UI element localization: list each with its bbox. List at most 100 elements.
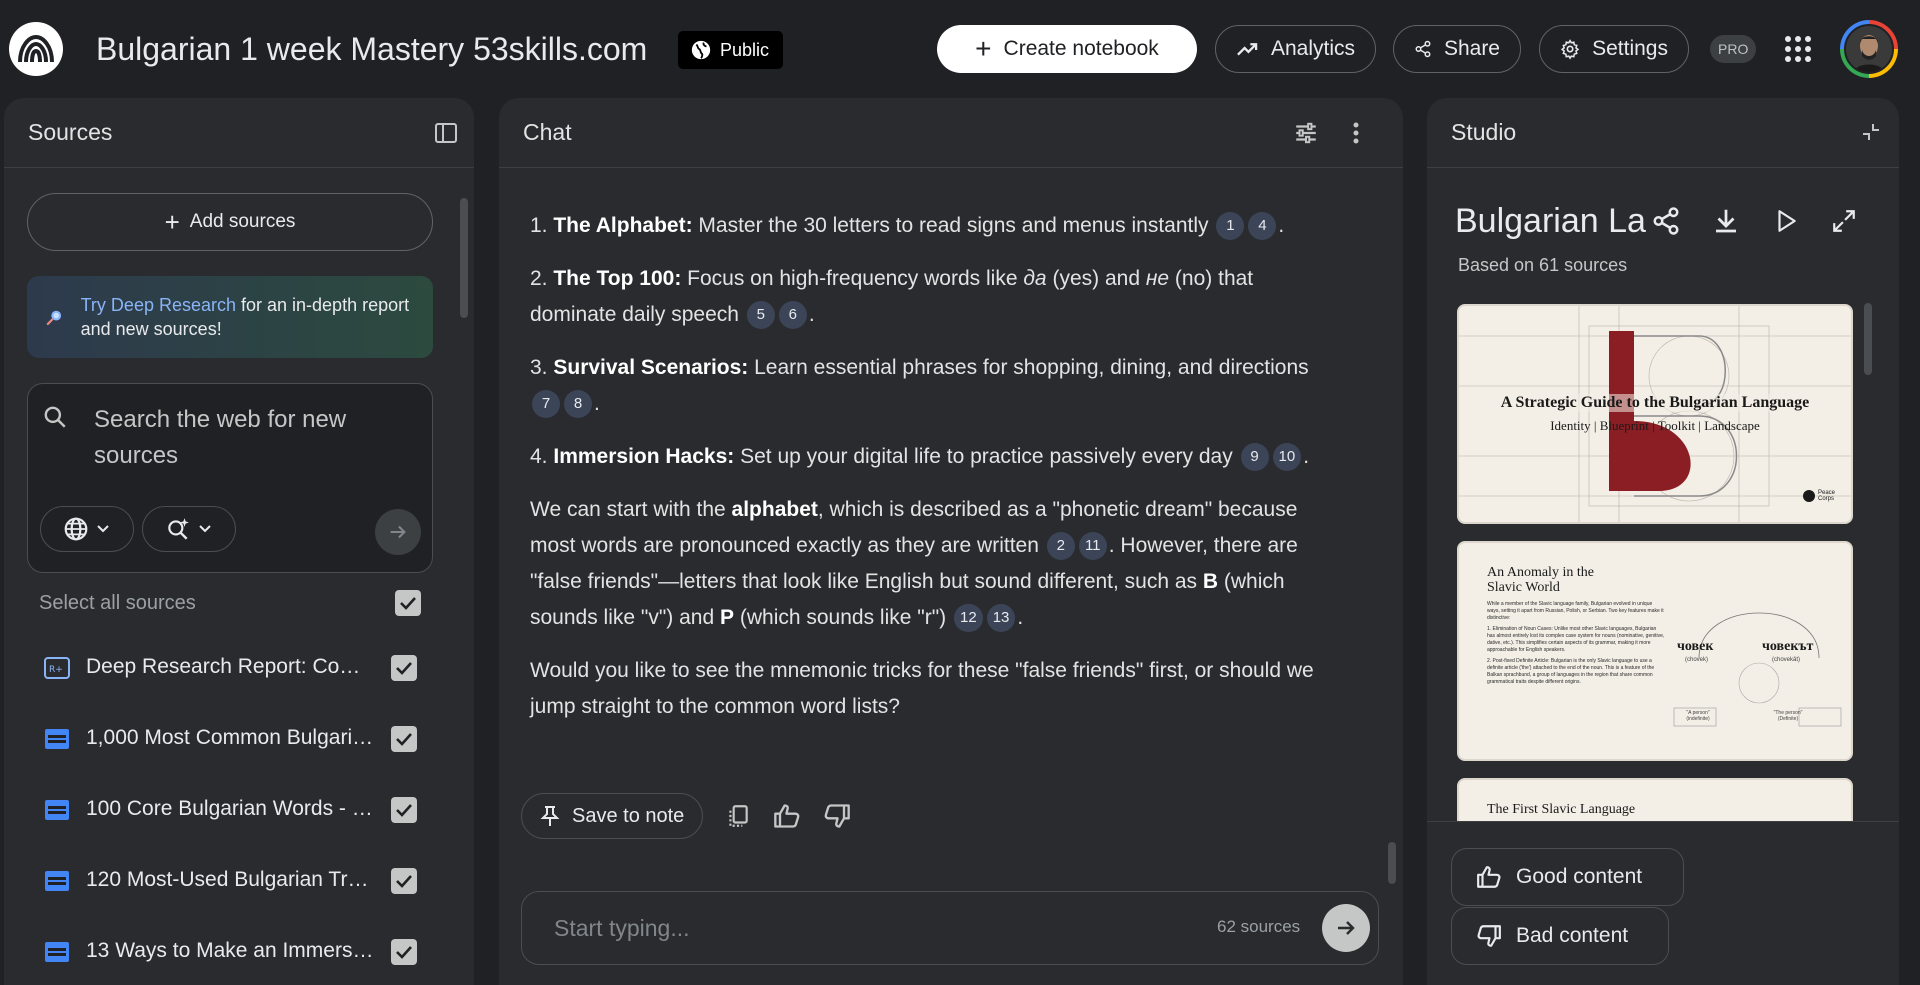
chat-scrollbar[interactable] bbox=[1388, 842, 1396, 884]
source-checkbox[interactable] bbox=[391, 868, 417, 894]
slide-thumbnail[interactable]: An Anomaly in the Slavic World While a m… bbox=[1457, 541, 1853, 761]
studio-scrollbar[interactable] bbox=[1864, 303, 1872, 375]
good-content-label: Good content bbox=[1516, 865, 1643, 888]
slide-word-transliteration: (chovek) bbox=[1685, 657, 1709, 663]
share-icon[interactable] bbox=[1651, 206, 1681, 236]
deep-research-link[interactable]: Try Deep Research bbox=[81, 295, 236, 315]
user-avatar[interactable] bbox=[1840, 20, 1898, 78]
fullscreen-icon[interactable] bbox=[1831, 208, 1857, 234]
research-mode-dropdown[interactable] bbox=[142, 506, 236, 552]
slide-word-transliteration: (chovekǎt) bbox=[1772, 657, 1801, 663]
chevron-down-icon bbox=[199, 525, 211, 533]
search-submit-button[interactable] bbox=[375, 509, 421, 555]
citation-badge[interactable]: 12 bbox=[954, 604, 983, 633]
source-item[interactable]: 120 Most-Used Bulgarian Travel Phrases bbox=[4, 851, 464, 911]
source-checkbox[interactable] bbox=[391, 655, 417, 681]
bad-content-label: Bad content bbox=[1516, 924, 1629, 947]
source-item[interactable]: 1,000 Most Common Bulgarian Words bbox=[4, 709, 464, 769]
globe-icon bbox=[691, 40, 711, 60]
create-notebook-button[interactable]: + Create notebook bbox=[937, 25, 1197, 73]
analytics-label: Analytics bbox=[1270, 37, 1355, 60]
source-checkbox[interactable] bbox=[391, 797, 417, 823]
select-all-checkbox[interactable] bbox=[395, 590, 421, 616]
source-checkbox[interactable] bbox=[391, 939, 417, 965]
source-item[interactable]: 100 Core Bulgarian Words - Learn bbox=[4, 780, 464, 840]
slide-thumbnail[interactable]: A Strategic Guide to the Bulgarian Langu… bbox=[1457, 304, 1853, 524]
source-item[interactable]: R+ Deep Research Report: Comprehensive bbox=[4, 638, 464, 698]
collapse-icon[interactable] bbox=[1861, 122, 1881, 142]
source-checkbox[interactable] bbox=[391, 726, 417, 752]
chevron-down-icon bbox=[97, 525, 109, 533]
emphasis-text: В bbox=[1202, 570, 1219, 593]
source-item-label: 100 Core Bulgarian Words - Learn bbox=[86, 797, 376, 820]
citation-badge[interactable]: 5 bbox=[746, 301, 775, 330]
slide-word-translation: "The person" (Definite) bbox=[1773, 710, 1803, 722]
apps-grid-icon[interactable] bbox=[1783, 34, 1813, 64]
citation-badge[interactable]: 6 bbox=[778, 301, 807, 330]
deep-research-icon: R+ bbox=[44, 657, 70, 679]
thumbs-up-icon[interactable] bbox=[773, 802, 801, 830]
public-badge[interactable]: Public bbox=[678, 31, 784, 69]
more-vert-icon[interactable] bbox=[1351, 120, 1361, 146]
citation-badge[interactable]: 10 bbox=[1272, 443, 1302, 472]
slide-point: 1. Elimination of Noun Cases: Unlike mos… bbox=[1487, 626, 1665, 653]
source-item-label: Deep Research Report: Comprehensive bbox=[86, 655, 376, 678]
thumbs-up-icon bbox=[1477, 866, 1501, 888]
citation-badge[interactable]: 9 bbox=[1240, 443, 1269, 472]
sources-scrollbar[interactable] bbox=[460, 198, 468, 318]
citation-badge[interactable]: 13 bbox=[986, 604, 1016, 633]
add-sources-label: Add sources bbox=[189, 211, 296, 232]
chat-settings-tune-icon[interactable] bbox=[1293, 120, 1319, 146]
citation-badge[interactable]: 2 bbox=[1046, 532, 1075, 561]
citation-badge[interactable]: 8 bbox=[564, 390, 592, 419]
notebooklm-logo-icon[interactable] bbox=[9, 22, 63, 76]
chat-input-box[interactable]: 62 sources bbox=[521, 891, 1379, 965]
create-notebook-label: Create notebook bbox=[1003, 37, 1159, 60]
web-search-placeholder[interactable]: Search the web for new sources bbox=[94, 402, 394, 474]
chat-input[interactable] bbox=[554, 892, 1114, 964]
chat-message: 1. The Alphabet: Master the 30 letters t… bbox=[530, 208, 1330, 742]
list-item-heading: Immersion Hacks: bbox=[553, 445, 735, 468]
plus-icon: + bbox=[975, 33, 992, 64]
slide-word: човекът bbox=[1762, 639, 1814, 654]
check-icon bbox=[400, 597, 416, 610]
send-button[interactable] bbox=[1322, 904, 1370, 952]
good-content-button[interactable]: Good content bbox=[1451, 848, 1684, 906]
download-icon[interactable] bbox=[1711, 206, 1741, 236]
play-icon[interactable] bbox=[1773, 208, 1799, 234]
copy-icon[interactable] bbox=[725, 803, 751, 829]
sources-panel: Sources + Add sources Try Deep Research … bbox=[4, 98, 474, 985]
source-item[interactable]: 13 Ways to Make an Immersion bbox=[4, 922, 464, 982]
collapse-panel-icon[interactable] bbox=[434, 121, 458, 145]
list-item-heading: The Alphabet: bbox=[553, 214, 693, 237]
share-button[interactable]: Share bbox=[1393, 25, 1521, 73]
deep-research-banner[interactable]: Try Deep Research for an in-depth report… bbox=[27, 276, 433, 358]
notebook-title[interactable]: Bulgarian 1 week Mastery 53skills.com bbox=[96, 31, 647, 68]
web-search-box[interactable]: Search the web for new sources bbox=[27, 383, 433, 573]
citation-badge[interactable]: 7 bbox=[532, 390, 560, 419]
web-source-dropdown[interactable] bbox=[40, 506, 134, 552]
bad-content-button[interactable]: Bad content bbox=[1451, 907, 1669, 965]
analytics-button[interactable]: Analytics bbox=[1215, 25, 1376, 73]
settings-label: Settings bbox=[1592, 37, 1668, 60]
citation-badge[interactable]: 11 bbox=[1078, 532, 1107, 561]
slide-title: A Strategic Guide to the Bulgarian Langu… bbox=[1459, 394, 1851, 412]
paragraph-text: We can start with the bbox=[530, 498, 732, 521]
settings-button[interactable]: Settings bbox=[1539, 25, 1689, 73]
blueprint-letter-b-illustration bbox=[1459, 306, 1851, 522]
list-item: 3. Survival Scenarios: Learn essential p… bbox=[530, 350, 1330, 422]
chat-paragraph: We can start with the alphabet, which is… bbox=[530, 492, 1330, 636]
list-item-heading: Survival Scenarios: bbox=[553, 356, 749, 379]
source-item-label: 120 Most-Used Bulgarian Travel Phrases bbox=[86, 868, 376, 891]
citation-badge[interactable]: 1 bbox=[1216, 212, 1245, 241]
emphasis-text: alphabet bbox=[731, 498, 818, 521]
slide-word: човек bbox=[1677, 639, 1714, 654]
check-icon bbox=[396, 662, 412, 675]
add-sources-button[interactable]: + Add sources bbox=[27, 193, 433, 251]
paragraph-text: (which sounds like "r") bbox=[734, 606, 953, 629]
list-item-text: Master the 30 letters to read signs and … bbox=[692, 214, 1215, 237]
save-to-note-button[interactable]: Save to note bbox=[521, 793, 704, 839]
citation-badge[interactable]: 4 bbox=[1248, 212, 1277, 241]
emphasis-text: Р bbox=[720, 606, 735, 629]
thumbs-down-icon[interactable] bbox=[823, 802, 851, 830]
